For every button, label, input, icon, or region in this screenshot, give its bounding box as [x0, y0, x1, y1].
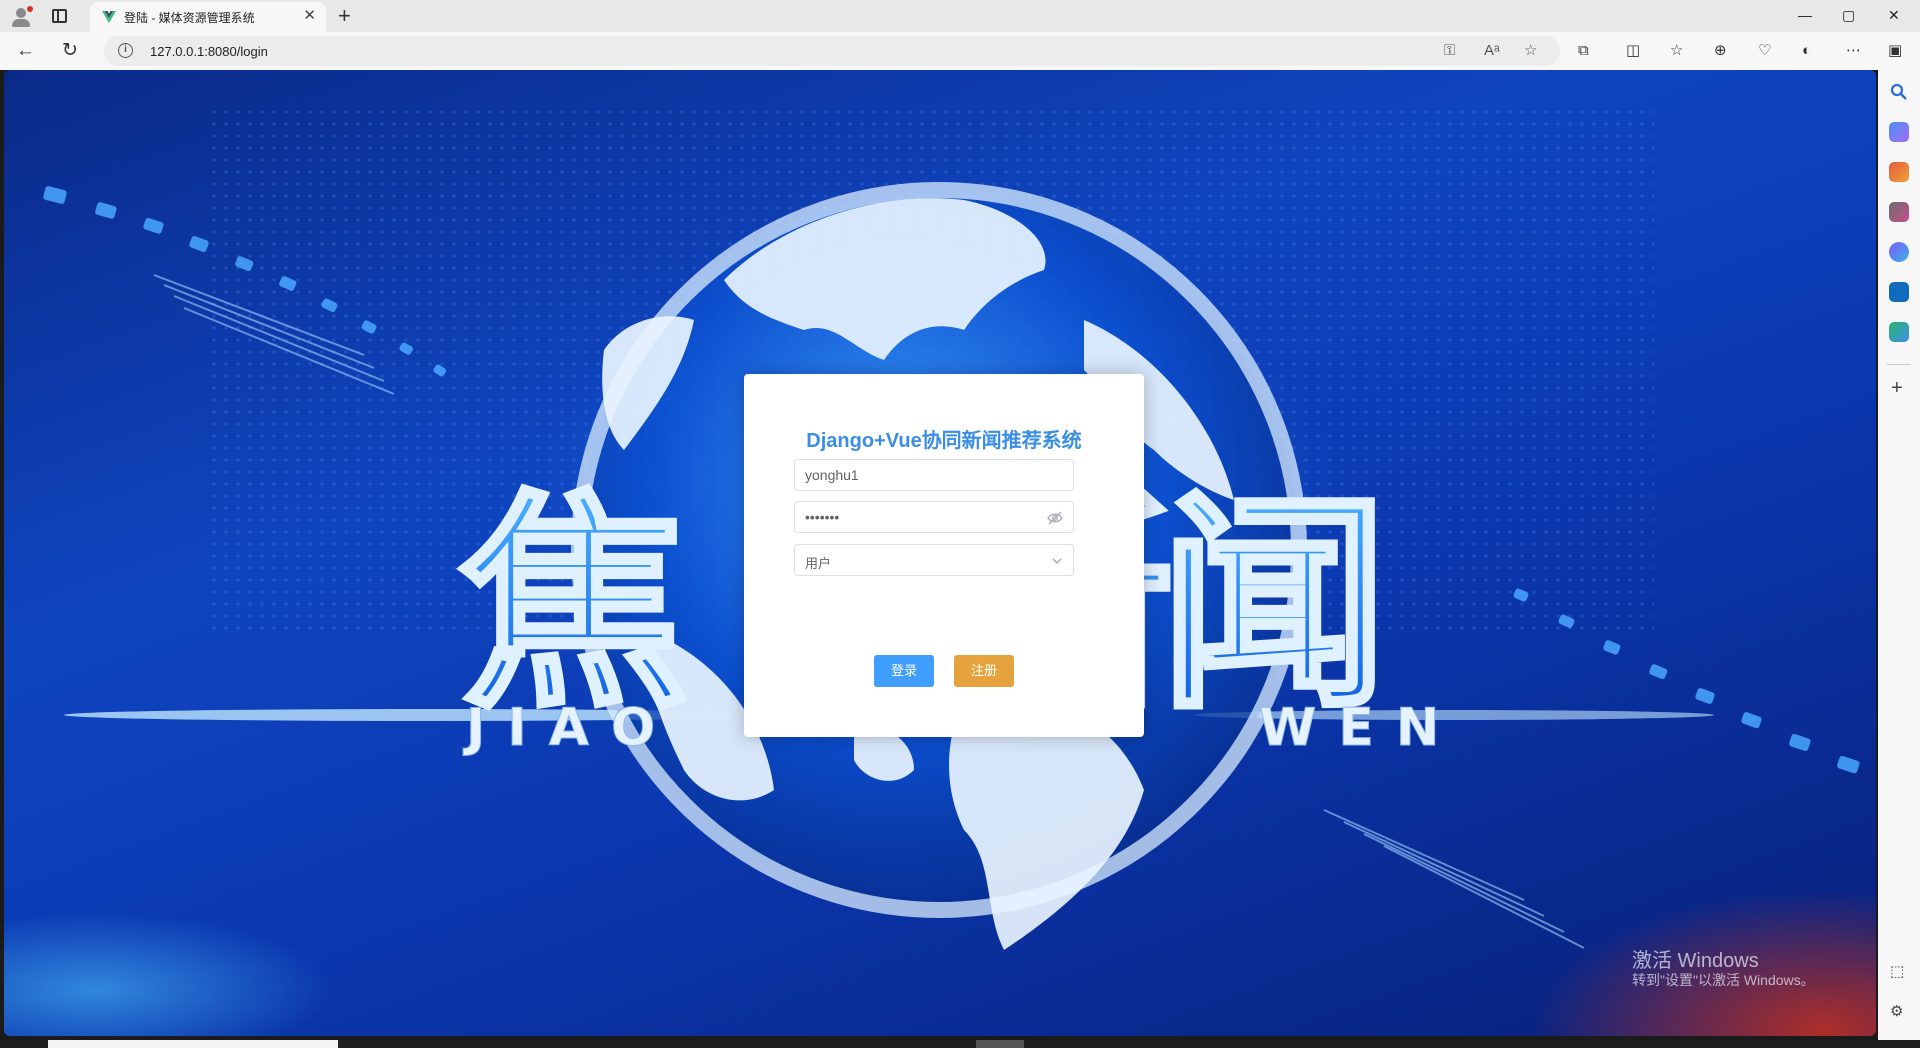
sidebar-settings-icon[interactable]: ⚙ [1890, 1002, 1903, 1020]
password-field[interactable] [794, 501, 1074, 533]
role-select[interactable]: 用户 [794, 544, 1074, 576]
close-window-button[interactable]: ✕ [1888, 6, 1900, 24]
collections-icon[interactable]: ⊕ [1714, 41, 1727, 61]
page-viewport: 焦 新 闻 JIAO WEN 激活 Windows 转到"设置"以激活 Wind… [4, 70, 1876, 1036]
microsoft365-icon[interactable] [1889, 242, 1909, 262]
tools-icon[interactable] [1889, 162, 1909, 182]
sidebar-toggle-icon[interactable]: ▣ [1888, 41, 1902, 61]
extensions-icon[interactable]: ⧉ [1578, 41, 1589, 61]
browser-titlebar: 登陆 - 媒体资源管理系统 ✕ + — ▢ ✕ [0, 0, 1920, 32]
outlook-icon[interactable] [1889, 282, 1909, 302]
sidebar-divider [1887, 364, 1911, 365]
role-selected-value: 用户 [805, 556, 832, 571]
restore-button[interactable]: ▢ [1842, 6, 1855, 24]
shopping-tag-icon[interactable] [1889, 122, 1909, 142]
split-screen-icon[interactable]: ◫ [1626, 41, 1640, 61]
favorites-icon[interactable]: ☆ [1670, 41, 1683, 61]
taskbar-search-box[interactable] [48, 1040, 338, 1048]
edge-icon[interactable]: ◐ [1802, 41, 1811, 61]
add-sidebar-app-icon[interactable]: + [1891, 378, 1903, 398]
password-key-icon[interactable]: ⚿ [1444, 42, 1455, 60]
windows-taskbar [0, 1040, 1920, 1048]
bg-pinyin-left: JIAO [463, 698, 677, 758]
site-info-icon[interactable]: i [118, 43, 133, 58]
tab-actions-icon[interactable] [52, 9, 67, 23]
read-aloud-icon[interactable]: Aᵃ [1484, 42, 1500, 60]
address-bar[interactable]: i 127.0.0.1:8080/login ⚿ Aᵃ ☆ [104, 36, 1560, 66]
more-menu-icon[interactable]: ⋯ [1846, 41, 1861, 61]
password-input[interactable] [805, 502, 1035, 532]
tab-title: 登陆 - 媒体资源管理系统 [124, 11, 255, 25]
drop-icon[interactable] [1889, 322, 1909, 342]
reload-button[interactable]: ↻ [62, 38, 78, 64]
login-card: Django+Vue协同新闻推荐系统 用户 登录 注册 [744, 374, 1144, 737]
taskbar-active-app[interactable] [976, 1040, 1024, 1048]
login-button[interactable]: 登录 [874, 655, 934, 687]
games-icon[interactable] [1889, 202, 1909, 222]
browser-essentials-icon[interactable]: ♡ [1758, 41, 1771, 61]
url-text[interactable]: 127.0.0.1:8080/login [150, 44, 268, 59]
favorite-star-icon[interactable]: ☆ [1524, 42, 1537, 60]
windows-activation-title: 激活 Windows [1632, 950, 1759, 972]
username-input[interactable] [805, 460, 1035, 490]
profile-icon[interactable] [10, 6, 34, 28]
vue-favicon-icon [102, 11, 116, 23]
windows-activation-hint: 转到"设置"以激活 Windows。 [1632, 972, 1815, 988]
minimize-button[interactable]: — [1798, 6, 1812, 24]
screenshot-icon[interactable]: ⬚ [1890, 962, 1904, 980]
browser-tab-active[interactable]: 登陆 - 媒体资源管理系统 ✕ [90, 2, 326, 32]
register-button[interactable]: 注册 [954, 655, 1014, 687]
bg-pinyin-right: WEN [1259, 698, 1461, 758]
login-title: Django+Vue协同新闻推荐系统 [806, 430, 1082, 452]
edge-sidebar: + ⬚ ⚙ [1878, 70, 1920, 1040]
new-tab-button[interactable]: + [338, 3, 351, 29]
eye-hide-icon[interactable] [1047, 510, 1063, 526]
chevron-down-icon [1052, 558, 1062, 564]
username-field[interactable] [794, 459, 1074, 491]
search-icon[interactable] [1889, 82, 1909, 102]
browser-toolbar: ← ↻ i 127.0.0.1:8080/login ⚿ Aᵃ ☆ ⧉ ◫ ☆ … [0, 32, 1920, 70]
tab-close-button[interactable]: ✕ [303, 7, 316, 25]
back-button[interactable]: ← [16, 38, 35, 64]
